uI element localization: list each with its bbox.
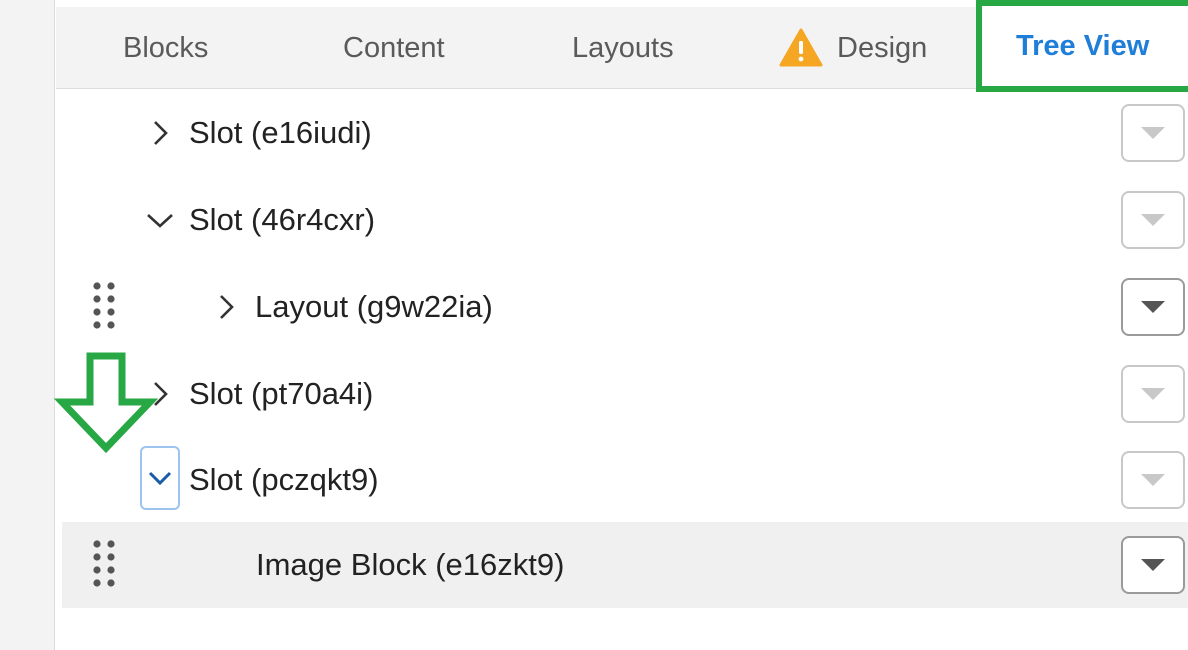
left-gutter bbox=[0, 0, 55, 650]
tab-layouts-label: Layouts bbox=[572, 31, 674, 64]
tree-item-label: Slot (pczqkt9) bbox=[189, 462, 379, 497]
tree-item-image-block-e16zkt9[interactable]: Image Block (e16zkt9) bbox=[62, 522, 1188, 608]
item-menu-button[interactable] bbox=[1121, 536, 1185, 594]
tree-item-layout-g9w22ia[interactable]: Layout (g9w22ia) bbox=[56, 264, 1188, 350]
drag-handle-icon[interactable] bbox=[90, 539, 120, 593]
item-menu-button[interactable] bbox=[1121, 191, 1185, 249]
tree-item-label: Slot (e16iudi) bbox=[189, 115, 372, 150]
warning-icon bbox=[779, 28, 823, 68]
tab-blocks[interactable]: Blocks bbox=[123, 7, 208, 89]
tab-layouts[interactable]: Layouts bbox=[572, 7, 674, 89]
chevron-right-icon[interactable] bbox=[142, 115, 178, 151]
tab-design-label: Design bbox=[837, 31, 928, 64]
tree-item-slot-pt70a4i[interactable]: Slot (pt70a4i) bbox=[56, 351, 1188, 437]
tab-blocks-label: Blocks bbox=[123, 31, 209, 64]
chevron-down-icon[interactable] bbox=[142, 202, 178, 238]
tab-content-label: Content bbox=[343, 31, 445, 64]
tree-item-slot-46r4cxr[interactable]: Slot (46r4cxr) bbox=[56, 177, 1188, 263]
tree-item-label: Layout (g9w22ia) bbox=[255, 289, 493, 324]
drag-handle-icon[interactable] bbox=[90, 281, 120, 335]
tab-tree-view[interactable]: Tree View bbox=[976, 0, 1188, 92]
tab-bar: Blocks Content Layouts Design Tree View bbox=[56, 0, 1188, 92]
caret-down-icon bbox=[1141, 127, 1165, 139]
tab-design[interactable]: Design bbox=[779, 7, 927, 89]
caret-down-icon bbox=[1141, 301, 1165, 313]
tree-item-slot-pczqkt9[interactable]: Slot (pczqkt9) bbox=[56, 437, 1188, 523]
item-menu-button[interactable] bbox=[1121, 104, 1185, 162]
chevron-right-icon[interactable] bbox=[208, 289, 244, 325]
item-menu-button[interactable] bbox=[1121, 365, 1185, 423]
tree-item-label: Image Block (e16zkt9) bbox=[256, 547, 565, 582]
tree-item-slot-e16iudi[interactable]: Slot (e16iudi) bbox=[56, 90, 1188, 176]
tree-item-label: Slot (pt70a4i) bbox=[189, 376, 374, 411]
tab-content[interactable]: Content bbox=[343, 7, 445, 89]
item-menu-button[interactable] bbox=[1121, 278, 1185, 336]
tree-view-panel: Blocks Content Layouts Design Tree View bbox=[0, 0, 1188, 650]
caret-down-icon bbox=[1141, 474, 1165, 486]
caret-down-icon bbox=[1141, 214, 1165, 226]
tree-item-label: Slot (46r4cxr) bbox=[189, 202, 376, 237]
item-menu-button[interactable] bbox=[1121, 451, 1185, 509]
annotation-arrow-down-icon bbox=[53, 352, 158, 454]
tab-tree-view-label: Tree View bbox=[1016, 29, 1150, 62]
caret-down-icon bbox=[1141, 388, 1165, 400]
caret-down-icon bbox=[1141, 559, 1165, 571]
